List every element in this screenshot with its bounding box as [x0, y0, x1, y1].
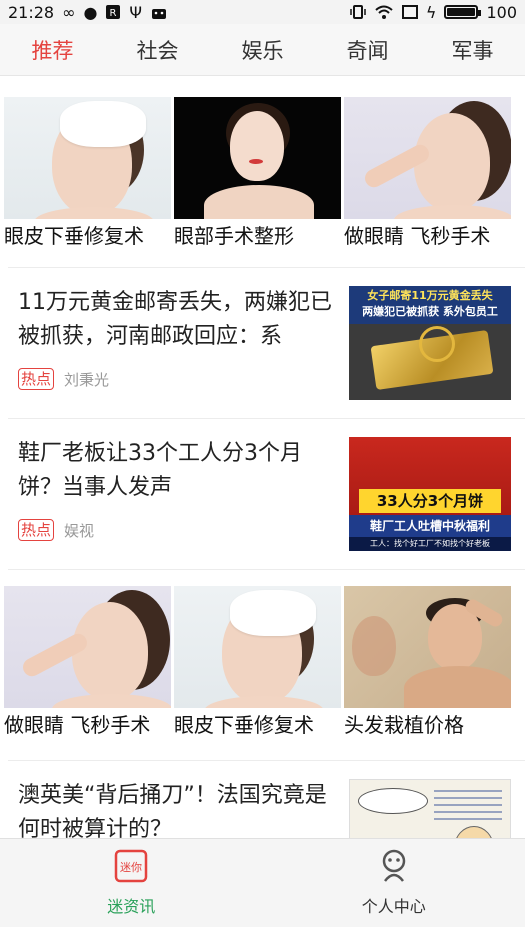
- thumbnail-line: 两嫌犯已被抓获 系外包员工: [362, 305, 498, 318]
- thumbnail-subline: 鞋厂工人吐槽中秋福利: [349, 515, 511, 537]
- mini-news-icon: 迷你: [114, 849, 148, 887]
- news-title: 澳英美“背后捅刀”！法国究竟是何时被算计的？: [18, 783, 327, 838]
- nav-label: 迷资讯: [107, 897, 156, 916]
- robot-face-icon: [379, 849, 409, 887]
- woman-headband-image: [4, 97, 171, 219]
- thumbnail-line: 女子邮寄11万元黄金丢失: [367, 289, 493, 302]
- category-tabs: 推荐 社会 娱乐 奇闻 军事: [0, 24, 525, 76]
- ad-card[interactable]: 做眼睛 飞秒手术: [4, 586, 171, 760]
- infinity-icon: ∞: [62, 2, 76, 22]
- news-item[interactable]: 鞋厂老板让33个工人分3个月饼？当事人发声 热点 娱视 33人分3个月饼 鞋厂工…: [0, 419, 525, 569]
- battery-icon: [444, 5, 482, 19]
- charging-icon: ϟ: [425, 2, 437, 22]
- screen: 21:28 ∞ ● R Ψ ϟ 100 推荐 社会 娱乐 奇闻 军事 眼皮下垂修…: [0, 0, 525, 927]
- thumbnail-footer: 工人：找个好工厂不如找个好老板: [349, 537, 511, 551]
- news-title: 11万元黄金邮寄丢失，两嫌犯已被抓获，河南邮政回应：系: [18, 290, 332, 349]
- usb-icon: Ψ: [129, 2, 142, 22]
- ad-image-row[interactable]: 做眼睛 飞秒手术 眼皮下垂修复术 头发栽植价格: [0, 570, 525, 760]
- svg-text:R: R: [110, 8, 117, 19]
- app-icon: R: [105, 4, 121, 20]
- gold-news-thumbnail: 女子邮寄11万元黄金丢失 两嫌犯已被抓获 系外包员工: [349, 286, 511, 400]
- ad-caption: 头发栽植价格: [344, 713, 464, 737]
- mooncake-news-thumbnail: 33人分3个月饼 鞋厂工人吐槽中秋福利 工人：找个好工厂不如找个好老板: [349, 437, 511, 551]
- status-bar: 21:28 ∞ ● R Ψ ϟ 100: [0, 0, 525, 24]
- tab-society[interactable]: 社会: [125, 35, 191, 65]
- signal-icon: [401, 4, 418, 20]
- bottom-nav: 迷你 迷资讯 个人中心: [0, 838, 525, 927]
- gold-chain-shape: [419, 326, 455, 362]
- ad-card[interactable]: 眼皮下垂修复术: [4, 97, 171, 267]
- tab-recommend[interactable]: 推荐: [20, 35, 86, 65]
- ad-card[interactable]: 眼皮下垂修复术: [174, 586, 341, 760]
- woman-headband-image: [174, 586, 341, 708]
- ad-card[interactable]: 头发栽植价格: [344, 586, 511, 760]
- man-hair-mirror-image: [344, 586, 511, 708]
- news-source: 刘秉光: [64, 370, 110, 389]
- ad-card[interactable]: 眼部手术整形: [174, 97, 341, 267]
- ad-caption: 做眼睛 飞秒手术: [344, 224, 491, 248]
- vibrate-icon: [350, 4, 366, 20]
- hot-badge: 热点: [18, 368, 55, 390]
- ad-caption: 眼皮下垂修复术: [4, 224, 144, 248]
- battery-text: 100: [486, 2, 517, 22]
- tab-entertainment[interactable]: 娱乐: [230, 35, 296, 65]
- woman-black-background-image: [174, 97, 341, 219]
- dot-icon: ●: [83, 2, 98, 22]
- battery-fill: [447, 8, 476, 16]
- nav-icon-text: 迷你: [120, 861, 142, 874]
- nav-profile[interactable]: 个人中心: [263, 839, 525, 927]
- news-title: 鞋厂老板让33个工人分3个月饼？当事人发声: [18, 441, 302, 500]
- ad-caption: 眼部手术整形: [174, 224, 294, 248]
- hot-badge: 热点: [18, 519, 55, 541]
- thumbnail-banner: 女子邮寄11万元黄金丢失 两嫌犯已被抓获 系外包员工: [349, 286, 511, 324]
- tab-oddities[interactable]: 奇闻: [335, 35, 401, 65]
- nav-label: 个人中心: [361, 897, 426, 916]
- comic-text-block: [434, 790, 502, 820]
- news-feed[interactable]: 眼皮下垂修复术 眼部手术整形 做眼睛 飞秒手术 11万元黄金邮寄丢失，两嫌犯已被…: [0, 77, 525, 838]
- ad-image-row[interactable]: 眼皮下垂修复术 眼部手术整形 做眼睛 飞秒手术: [0, 77, 525, 267]
- android-icon: [150, 4, 168, 20]
- woman-finger-nose-image: [4, 586, 171, 708]
- speech-bubble-shape: [358, 788, 428, 814]
- news-source: 娱视: [64, 521, 95, 540]
- comic-news-thumbnail: [349, 779, 511, 838]
- ad-card[interactable]: 做眼睛 飞秒手术: [344, 97, 511, 267]
- nav-news[interactable]: 迷你 迷资讯: [0, 839, 263, 927]
- ad-caption: 做眼睛 飞秒手术: [4, 713, 151, 737]
- status-time: 21:28: [8, 2, 55, 22]
- tab-military[interactable]: 军事: [440, 35, 506, 65]
- woman-finger-nose-image: [344, 97, 511, 219]
- news-item[interactable]: 澳英美“背后捅刀”！法国究竟是何时被算计的？: [0, 761, 525, 838]
- wifi-icon: [374, 4, 394, 20]
- cartoon-face-shape: [454, 826, 494, 838]
- thumbnail-headline: 33人分3个月饼: [359, 489, 501, 513]
- news-item[interactable]: 11万元黄金邮寄丢失，两嫌犯已被抓获，河南邮政回应：系 热点 刘秉光 女子邮寄1…: [0, 268, 525, 418]
- ad-caption: 眼皮下垂修复术: [174, 713, 314, 737]
